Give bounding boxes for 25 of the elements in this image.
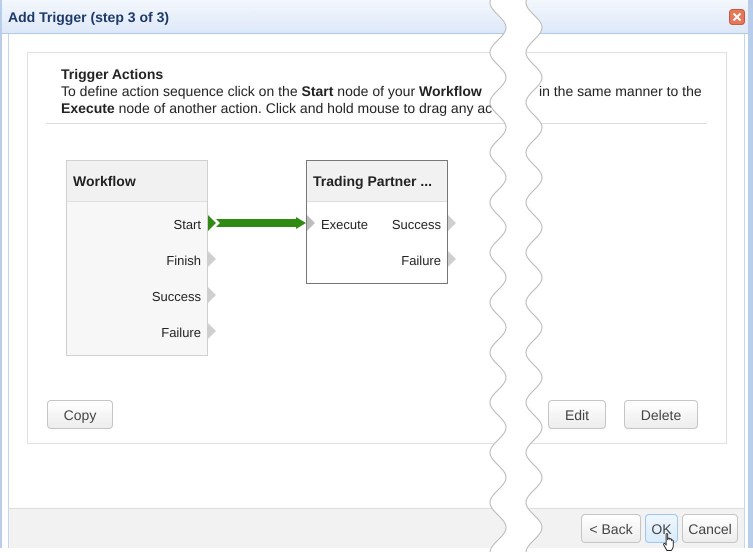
- delete-button[interactable]: Delete: [624, 400, 698, 429]
- ok-button[interactable]: OK: [645, 514, 678, 543]
- copy-button[interactable]: Copy: [47, 400, 113, 429]
- output-port-label: Success: [152, 288, 202, 304]
- instruction-text: To define action sequence click on the Start node of your Workflow: [61, 83, 483, 100]
- flow-node[interactable]: Workflow Start Finish Success Failure: [66, 160, 208, 356]
- output-port-label: Success: [392, 216, 442, 232]
- edit-button[interactable]: Edit: [548, 400, 606, 429]
- input-port-icon[interactable]: [307, 215, 315, 231]
- output-port-label: Finish: [166, 252, 202, 268]
- window-title: Add Trigger (step 3 of 3): [7, 8, 170, 24]
- input-port-label: Execute: [321, 216, 368, 232]
- output-port-label: Failure: [161, 324, 202, 340]
- flow-node[interactable]: Trading Partner ... Execute Success Failure: [306, 160, 448, 284]
- node-title: Workflow: [67, 161, 207, 202]
- output-port-label: Failure: [401, 252, 442, 268]
- close-icon[interactable]: [729, 8, 745, 24]
- cancel-button[interactable]: Cancel: [682, 514, 738, 543]
- output-port-label: Start: [174, 216, 202, 232]
- hand-cursor-icon: [662, 533, 675, 552]
- node-title: Trading Partner ...: [307, 161, 447, 202]
- back-button[interactable]: < Back: [581, 514, 641, 543]
- instruction-text: in the same manner to the: [539, 83, 703, 100]
- section-heading: Trigger Actions: [61, 66, 164, 83]
- instruction-text: Execute node of another action. Click and hold mouse to drag any ac: [61, 100, 494, 117]
